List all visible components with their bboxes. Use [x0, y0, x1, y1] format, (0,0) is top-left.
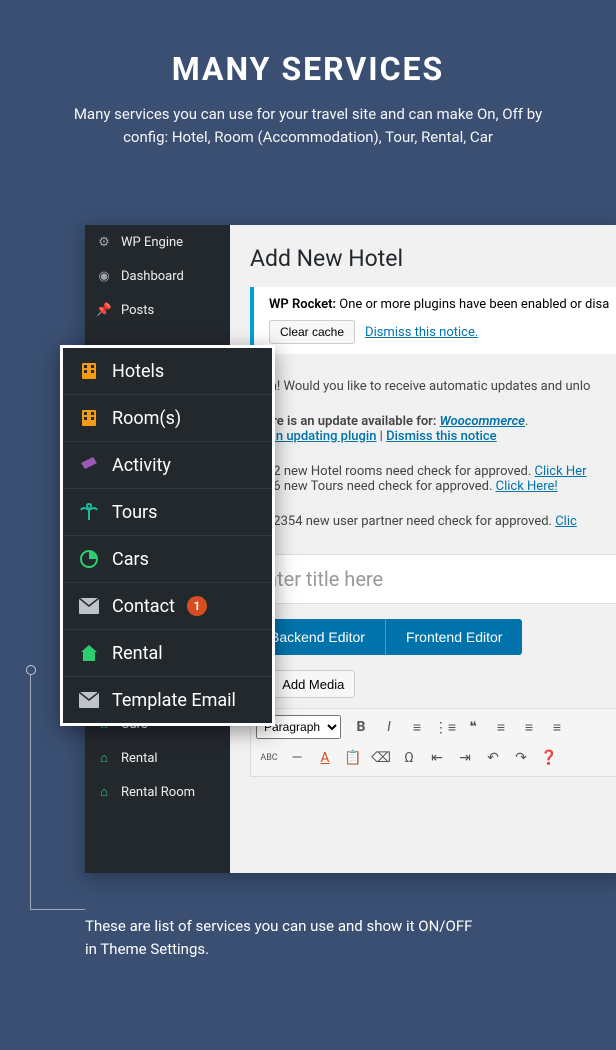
sidebar-item-posts[interactable]: 📌 Posts	[85, 293, 230, 327]
title-input[interactable]: nter title here	[250, 554, 616, 604]
undo-button[interactable]: ↶	[480, 745, 506, 771]
popup-rooms[interactable]: Room(s)	[63, 395, 272, 442]
popup-rental[interactable]: Rental	[63, 630, 272, 677]
align-center-button[interactable]: ≡	[516, 714, 542, 740]
sidebar-item-wpengine[interactable]: ⚙ WP Engine	[85, 225, 230, 259]
grid-icon: ⚙	[95, 233, 113, 251]
indent-button[interactable]: ⇥	[452, 745, 478, 771]
admin-content: Add New Hotel WP Rocket: One or more plu…	[230, 225, 616, 873]
popup-cars[interactable]: Cars	[63, 536, 272, 583]
palm-icon	[78, 501, 100, 523]
special-char-button[interactable]: Ω	[396, 745, 422, 771]
popup-template-email[interactable]: Template Email	[63, 677, 272, 723]
building-icon	[78, 407, 100, 429]
bold-button[interactable]: B	[348, 714, 374, 740]
page-heading: MANY SERVICES	[50, 50, 566, 88]
align-left-button[interactable]: ≡	[488, 714, 514, 740]
building-icon	[78, 360, 100, 382]
editor-mode-buttons: Backend Editor Frontend Editor	[250, 619, 616, 655]
sidebar-item-rental[interactable]: ⌂ Rental	[85, 741, 230, 775]
pin-icon: 📌	[95, 301, 113, 319]
mail-icon	[78, 689, 100, 711]
quote-button[interactable]: ❝	[460, 714, 486, 740]
popup-tours[interactable]: Tours	[63, 489, 272, 536]
popup-contact[interactable]: Contact 1	[63, 583, 272, 630]
page-description: Many services you can use for your trave…	[50, 103, 566, 148]
align-right-button[interactable]: ≡	[544, 714, 570, 740]
services-popup: Hotels Room(s) Activity Tours Cars Conta…	[60, 345, 275, 726]
click-link-3[interactable]: Clic	[555, 514, 577, 529]
notice-hotel: ave 2 new Hotel rooms need check for app…	[230, 454, 616, 504]
popup-activity[interactable]: Activity	[63, 442, 272, 489]
clear-button[interactable]: ⌫	[368, 745, 394, 771]
ticket-icon	[78, 454, 100, 476]
editor-toolbar: Paragraph B I ≡ ⋮≡ ❝ ≡ ≡ ≡ ABC — A 📋 ⌫ Ω…	[250, 708, 616, 777]
gauge-icon	[78, 548, 100, 570]
notice-hola: Hola! Would you like to receive automati…	[230, 369, 616, 404]
click-here-link[interactable]: Click Her	[535, 464, 587, 479]
outdent-button[interactable]: ⇤	[424, 745, 450, 771]
home-icon	[78, 642, 100, 664]
home-icon: ⌂	[95, 783, 113, 801]
frontend-editor-button[interactable]: Frontend Editor	[386, 619, 523, 655]
sidebar-item-rentalroom[interactable]: ⌂ Rental Room	[85, 775, 230, 809]
numlist-button[interactable]: ⋮≡	[432, 714, 458, 740]
help-button[interactable]: ❓	[536, 745, 562, 771]
notice-update: There is an update available for: Woocom…	[230, 404, 616, 454]
mail-icon	[78, 595, 100, 617]
dismiss-link-2[interactable]: Dismiss this notice	[386, 429, 497, 444]
footer-note: These are list of services you can use a…	[85, 915, 485, 960]
contact-badge: 1	[187, 596, 207, 616]
italic-button[interactable]: I	[376, 714, 402, 740]
dashboard-icon: ◉	[95, 267, 113, 285]
click-here-link-2[interactable]: Click Here!	[496, 479, 558, 494]
dismiss-link[interactable]: Dismiss this notice.	[365, 325, 478, 340]
popup-hotels[interactable]: Hotels	[63, 348, 272, 395]
sidebar-item-dashboard[interactable]: ◉ Dashboard	[85, 259, 230, 293]
header: MANY SERVICES Many services you can use …	[0, 0, 616, 178]
hr-button[interactable]: —	[284, 745, 310, 771]
woocommerce-link[interactable]: Woocommerce	[440, 414, 525, 429]
clear-cache-button[interactable]: Clear cache	[269, 320, 355, 344]
notice-partners: ave 2354 new user partner need check for…	[230, 504, 616, 539]
redo-button[interactable]: ↷	[508, 745, 534, 771]
list-button[interactable]: ≡	[404, 714, 430, 740]
home-icon: ⌂	[95, 749, 113, 767]
paste-button[interactable]: 📋	[340, 745, 366, 771]
textcolor-button[interactable]: A	[312, 745, 338, 771]
notice-wprocket: WP Rocket: One or more plugins have been…	[250, 287, 616, 354]
page-title: Add New Hotel	[230, 225, 616, 287]
abc-button[interactable]: ABC	[256, 745, 282, 771]
